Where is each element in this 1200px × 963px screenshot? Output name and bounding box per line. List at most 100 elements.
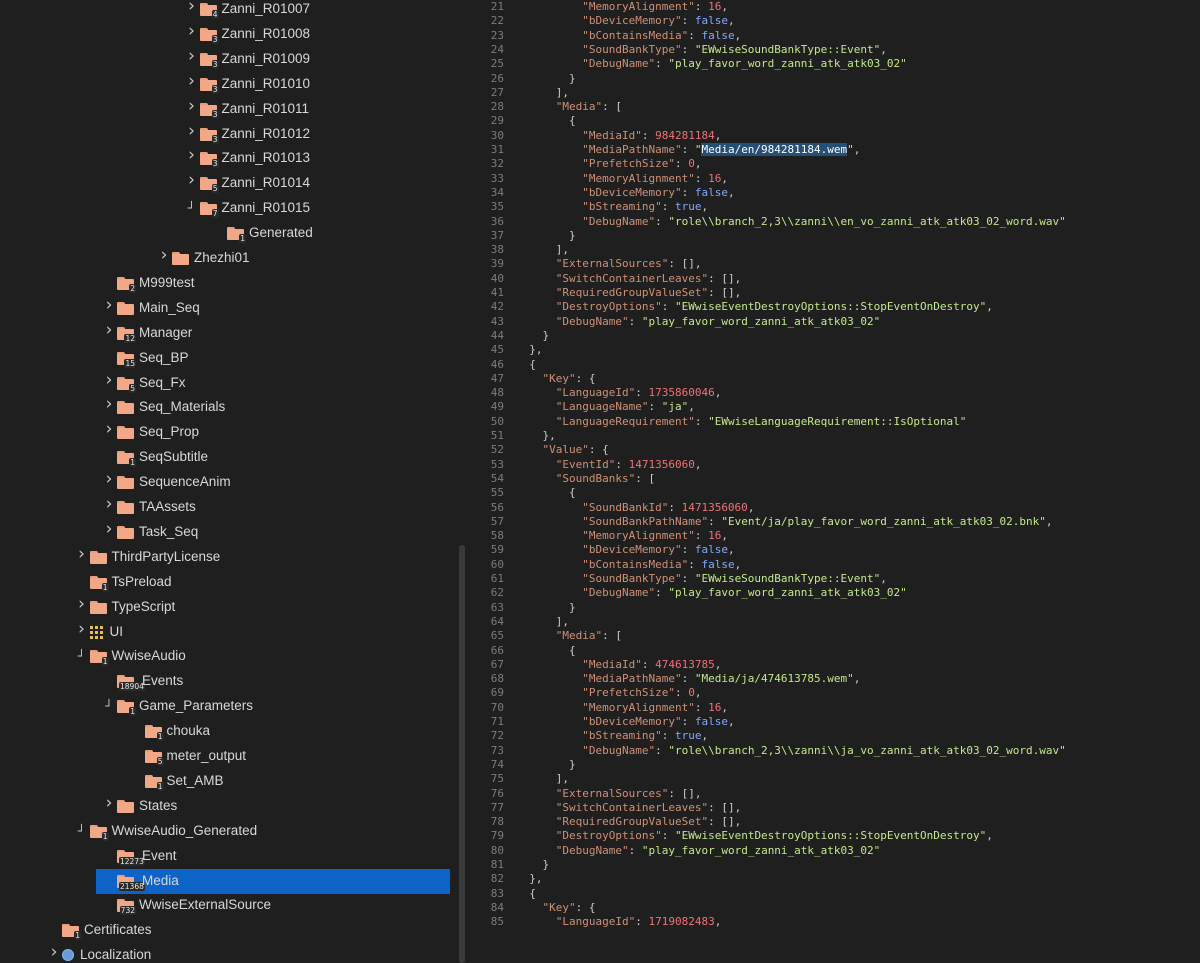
chevron-right-icon[interactable]: › (103, 421, 115, 438)
chevron-expanded-icon[interactable]: ┘ (76, 649, 88, 663)
code-line[interactable]: 28 "Media": [ (478, 100, 622, 114)
code-line[interactable]: 23 "bContainsMedia": false, (478, 29, 741, 43)
tree-item-ui[interactable]: › UI (0, 620, 450, 645)
code-line[interactable]: 27 ], (478, 86, 569, 100)
code-line[interactable]: 70 "MemoryAlignment": 16, (478, 701, 728, 715)
tree-scrollbar[interactable] (459, 545, 465, 963)
chevron-right-icon[interactable]: › (103, 496, 115, 513)
tree-item-certificates[interactable]: 1 Certificates (0, 918, 450, 943)
code-line[interactable]: 37 } (478, 229, 576, 243)
chevron-right-icon[interactable]: › (103, 321, 115, 338)
code-line[interactable]: 71 "bDeviceMemory": false, (478, 715, 735, 729)
code-line[interactable]: 74 } (478, 758, 576, 772)
code-line[interactable]: 34 "bDeviceMemory": false, (478, 186, 735, 200)
chevron-right-icon[interactable]: › (103, 794, 115, 811)
code-line[interactable]: 81 } (478, 858, 549, 872)
chevron-right-icon[interactable]: › (103, 471, 115, 488)
code-line[interactable]: 64 ], (478, 615, 569, 629)
tree-item-typescript[interactable]: › TypeScript (0, 595, 450, 620)
tree-item-sequenceanim[interactable]: › SequenceAnim (0, 470, 450, 495)
code-line[interactable]: 75 ], (478, 772, 569, 786)
code-line[interactable]: 32 "PrefetchSize": 0, (478, 157, 702, 171)
code-line[interactable]: 26 } (478, 72, 576, 86)
tree-item-zhezhi01[interactable]: › Zhezhi01 (0, 246, 450, 271)
tree-item-taassets[interactable]: › TAAssets (0, 495, 450, 520)
tree-item-zanni-r01007[interactable]: › 4 Zanni_R01007 (0, 0, 450, 22)
tree-item-zanni-r01015[interactable]: ┘ 7 Zanni_R01015 (0, 196, 450, 221)
code-line[interactable]: 41 "RequiredGroupValueSet": [], (478, 286, 741, 300)
tree-item-tspreload[interactable]: 1 TsPreload (0, 570, 450, 595)
chevron-expanded-icon[interactable]: ┘ (76, 824, 88, 838)
code-line[interactable]: 25 "DebugName": "play_favor_word_zanni_a… (478, 57, 907, 71)
chevron-right-icon[interactable]: › (186, 97, 198, 114)
chevron-right-icon[interactable]: › (48, 944, 60, 961)
code-line[interactable]: 43 "DebugName": "play_favor_word_zanni_a… (478, 315, 881, 329)
code-line[interactable]: 62 "DebugName": "play_favor_word_zanni_a… (478, 586, 907, 600)
code-line[interactable]: 61 "SoundBankType": "EWwiseSoundBankType… (478, 572, 887, 586)
tree-item-main-seq[interactable]: › Main_Seq (0, 296, 450, 321)
code-line[interactable]: 83 { (478, 887, 536, 901)
code-line[interactable]: 67 "MediaId": 474613785, (478, 658, 722, 672)
code-line[interactable]: 45 }, (478, 343, 543, 357)
code-line[interactable]: 42 "DestroyOptions": "EWwiseEventDestroy… (478, 300, 993, 314)
tree-item-wwiseaudio[interactable]: ┘ 1 WwiseAudio (0, 644, 450, 669)
code-line[interactable]: 60 "bContainsMedia": false, (478, 558, 741, 572)
chevron-right-icon[interactable]: › (186, 0, 198, 15)
code-line[interactable]: 50 "LanguageRequirement": "EWwiseLanguag… (478, 415, 967, 429)
chevron-right-icon[interactable]: › (186, 147, 198, 164)
code-line[interactable]: 35 "bStreaming": true, (478, 200, 708, 214)
code-line[interactable]: 79 "DestroyOptions": "EWwiseEventDestroy… (478, 829, 993, 843)
chevron-right-icon[interactable]: › (103, 396, 115, 413)
tree-item-zanni-r01014[interactable]: › 5 Zanni_R01014 (0, 171, 450, 196)
code-line[interactable]: 69 "PrefetchSize": 0, (478, 686, 702, 700)
chevron-right-icon[interactable]: › (186, 172, 198, 189)
tree-item-zanni-r01010[interactable]: › 3 Zanni_R01010 (0, 72, 450, 97)
code-line[interactable]: 49 "LanguageName": "ja", (478, 400, 695, 414)
code-line[interactable]: 56 "SoundBankId": 1471356060, (478, 501, 755, 515)
tree-item-generated[interactable]: 1 Generated (0, 221, 450, 246)
code-line[interactable]: 72 "bStreaming": true, (478, 729, 708, 743)
code-line[interactable]: 82 }, (478, 872, 543, 886)
chevron-expanded-icon[interactable]: ┘ (186, 201, 198, 215)
code-line[interactable]: 80 "DebugName": "play_favor_word_zanni_a… (478, 844, 881, 858)
code-line[interactable]: 22 "bDeviceMemory": false, (478, 14, 735, 28)
code-line[interactable]: 57 "SoundBankPathName": "Event/ja/play_f… (478, 515, 1053, 529)
code-line[interactable]: 63 } (478, 601, 576, 615)
chevron-right-icon[interactable]: › (186, 22, 198, 39)
tree-item-zanni-r01011[interactable]: › 3 Zanni_R01011 (0, 97, 450, 122)
code-line[interactable]: 24 "SoundBankType": "EWwiseSoundBankType… (478, 43, 887, 57)
tree-item-localization[interactable]: › Localization (0, 943, 450, 963)
chevron-right-icon[interactable]: › (158, 247, 170, 264)
code-line[interactable]: 36 "DebugName": "role\\branch_2,3\\zanni… (478, 215, 1066, 229)
tree-item-manager[interactable]: › 12 Manager (0, 321, 450, 346)
tree-item-zanni-r01012[interactable]: › 3 Zanni_R01012 (0, 122, 450, 147)
tree-item-states[interactable]: › States (0, 794, 450, 819)
tree-item-wwiseexternalsource[interactable]: 732 WwiseExternalSource (0, 893, 450, 918)
code-line[interactable]: 29 { (478, 114, 576, 128)
tree-item-events[interactable]: 18904 Events (0, 669, 450, 694)
code-line[interactable]: 68 "MediaPathName": "Media/ja/474613785.… (478, 672, 861, 686)
tree-item-seq-materials[interactable]: › Seq_Materials (0, 395, 450, 420)
tree-item-wwiseaudio-generated[interactable]: ┘ 1 WwiseAudio_Generated (0, 819, 450, 844)
code-line[interactable]: 65 "Media": [ (478, 629, 622, 643)
tree-item-seq-bp[interactable]: 15 Seq_BP (0, 346, 450, 371)
code-line[interactable]: 51 }, (478, 429, 556, 443)
tree-item-event[interactable]: 12273 Event (0, 844, 450, 869)
code-line[interactable]: 46 { (478, 358, 536, 372)
chevron-right-icon[interactable]: › (76, 545, 88, 562)
tree-item-zanni-r01008[interactable]: › 3 Zanni_R01008 (0, 22, 450, 47)
chevron-right-icon[interactable]: › (103, 371, 115, 388)
code-line[interactable]: 48 "LanguageId": 1735860046, (478, 386, 722, 400)
code-line[interactable]: 53 "EventId": 1471356060, (478, 458, 702, 472)
tree-item-m999test[interactable]: 2 M999test (0, 271, 450, 296)
code-line[interactable]: 58 "MemoryAlignment": 16, (478, 529, 728, 543)
code-line[interactable]: 33 "MemoryAlignment": 16, (478, 172, 728, 186)
code-line[interactable]: 77 "SwitchContainerLeaves": [], (478, 801, 741, 815)
code-line[interactable]: 84 "Key": { (478, 901, 596, 915)
chevron-right-icon[interactable]: › (103, 296, 115, 313)
code-line[interactable]: 39 "ExternalSources": [], (478, 257, 702, 271)
code-editor[interactable]: 21 "MemoryAlignment": 16, 22 "bDeviceMemo… (478, 0, 1200, 963)
code-line[interactable]: 76 "ExternalSources": [], (478, 787, 702, 801)
code-line[interactable]: 59 "bDeviceMemory": false, (478, 543, 735, 557)
tree-item-thirdpartylicense[interactable]: › ThirdPartyLicense (0, 545, 450, 570)
